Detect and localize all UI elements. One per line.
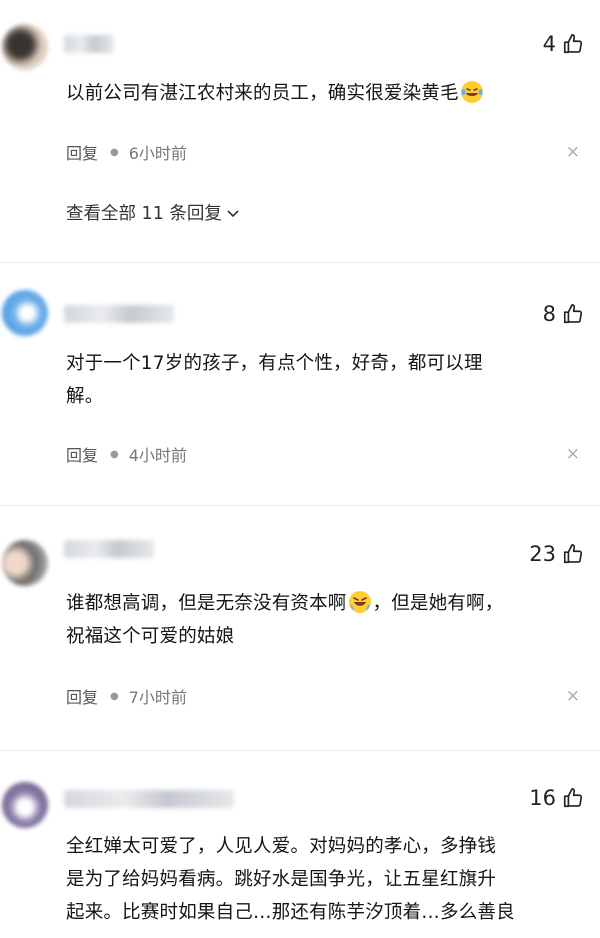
like-button[interactable]: 23 bbox=[529, 542, 584, 566]
separator-dot: ● bbox=[110, 448, 119, 460]
like-count: 4 bbox=[542, 32, 556, 56]
like-button[interactable]: 16 bbox=[529, 786, 584, 810]
close-icon[interactable]: × bbox=[566, 446, 580, 463]
username-blurred[interactable] bbox=[64, 540, 154, 558]
avatar[interactable] bbox=[2, 24, 48, 70]
comment-text: 以前公司有湛江农村来的员工，确实很爱染黄毛 bbox=[66, 77, 566, 110]
comment-text: 对于一个17岁的孩子，有点个性，好奇，都可以理 解。 bbox=[66, 347, 566, 413]
view-all-replies-button[interactable]: 查看全部 11 条回复 bbox=[66, 200, 240, 225]
like-button[interactable]: 4 bbox=[543, 32, 584, 56]
divider bbox=[0, 505, 600, 506]
comment-text: 全红婵太可爱了，人见人爱。对妈妈的孝心，多挣钱 是为了给妈妈看病。跳好水是国争光… bbox=[66, 830, 566, 929]
divider bbox=[0, 262, 600, 263]
text-line: 祝福这个可爱的姑娘 bbox=[66, 626, 235, 647]
crying-laughing-emoji bbox=[348, 591, 371, 613]
text-line: 起来。比赛时如果自己…那还有陈芋汐顶着…多么善良 bbox=[66, 902, 515, 923]
avatar[interactable] bbox=[2, 540, 48, 586]
username-blurred[interactable] bbox=[64, 35, 114, 53]
text-line: 谁都想高调，但是无奈没有资本啊 ，但是她有啊， bbox=[66, 587, 566, 620]
close-icon[interactable]: × bbox=[566, 144, 580, 161]
username-blurred[interactable] bbox=[64, 305, 174, 323]
like-count: 23 bbox=[529, 542, 556, 566]
text-line: 全红婵太可爱了，人见人爱。对妈妈的孝心，多挣钱 bbox=[66, 836, 497, 857]
timestamp: 6小时前 bbox=[128, 144, 187, 163]
comment-meta: 回复 ● 7小时前 bbox=[66, 684, 187, 708]
avatar[interactable] bbox=[2, 290, 48, 336]
like-count: 16 bbox=[529, 786, 556, 810]
like-button[interactable]: 8 bbox=[543, 302, 584, 326]
divider bbox=[0, 750, 600, 751]
text-line: 解。 bbox=[66, 386, 104, 407]
thumbs-up-icon bbox=[563, 34, 583, 54]
comment-meta: 回复 ● 6小时前 bbox=[66, 140, 187, 164]
timestamp: 4小时前 bbox=[128, 446, 187, 465]
reply-button[interactable]: 回复 bbox=[66, 684, 98, 708]
separator-dot: ● bbox=[110, 146, 119, 158]
chevron-down-icon bbox=[227, 209, 239, 217]
timestamp: 7小时前 bbox=[128, 688, 187, 707]
text-line: 是为了给妈妈看病。跳好水是国争光，让五星红旗升 bbox=[66, 869, 497, 890]
thumbs-up-icon bbox=[563, 544, 583, 564]
separator-dot: ● bbox=[110, 690, 119, 702]
laughing-tears-emoji bbox=[460, 81, 483, 103]
comment-meta: 回复 ● 4小时前 bbox=[66, 442, 187, 466]
reply-button[interactable]: 回复 bbox=[66, 442, 98, 466]
reply-button[interactable]: 回复 bbox=[66, 140, 98, 164]
view-all-label: 查看全部 11 条回复 bbox=[66, 204, 222, 224]
avatar[interactable] bbox=[2, 782, 48, 828]
username-blurred[interactable] bbox=[64, 790, 234, 808]
close-icon[interactable]: × bbox=[566, 688, 580, 705]
text-line: 对于一个17岁的孩子，有点个性，好奇，都可以理 bbox=[66, 353, 483, 374]
thumbs-up-icon bbox=[563, 304, 583, 324]
like-count: 8 bbox=[542, 302, 556, 326]
comment-text: 谁都想高调，但是无奈没有资本啊 ，但是她有啊， 祝福这个可爱的姑娘 bbox=[66, 587, 566, 653]
thumbs-up-icon bbox=[563, 788, 583, 808]
